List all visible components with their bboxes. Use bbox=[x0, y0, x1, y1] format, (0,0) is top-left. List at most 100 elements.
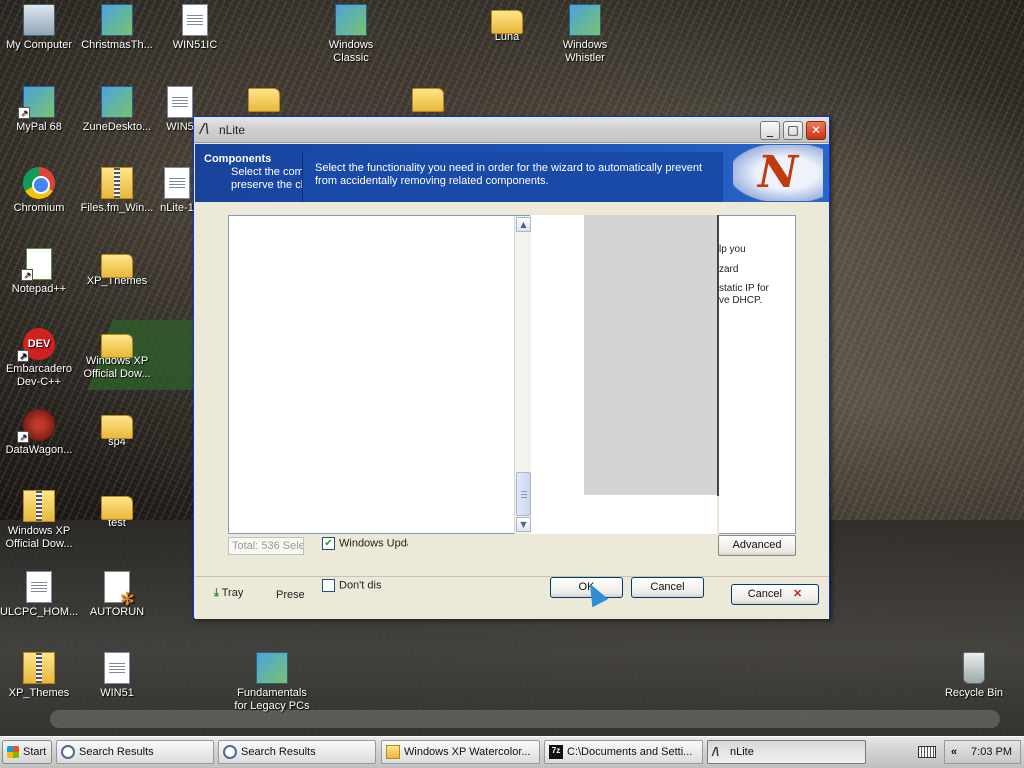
cancel-button[interactable]: Cancel ✕ bbox=[731, 584, 819, 605]
popup-cancel-button[interactable]: Cancel bbox=[631, 577, 704, 598]
taskbar-item-xp-watercolor[interactable]: Windows XP Watercolor... bbox=[381, 740, 540, 764]
desktop-icon-label: Chromium bbox=[13, 202, 65, 214]
theme-file-icon bbox=[256, 652, 288, 684]
desktop-icon-sp4[interactable]: sp4 bbox=[78, 409, 156, 449]
tray-button[interactable]: ⤓ Tray bbox=[214, 587, 274, 600]
recycle-bin-icon bbox=[963, 652, 985, 684]
windows-update-label: Windows Upda bbox=[339, 537, 408, 550]
desktop-icon-win51[interactable]: WIN51 bbox=[78, 652, 156, 700]
desktop-icon-label: MyPal 68 bbox=[16, 121, 62, 133]
show-hidden-icons-chevron-icon[interactable]: « bbox=[951, 741, 957, 763]
desktop-icon-notepadpp[interactable]: Notepad++ bbox=[0, 248, 78, 296]
help-tooltip-line: Select the functionality you need in ord… bbox=[315, 162, 703, 174]
taskbar: Start Search Results Search Results Wind… bbox=[0, 736, 1024, 768]
search-icon bbox=[61, 745, 75, 759]
desktop-icon-ulcpc[interactable]: ULCPC_HOM... bbox=[0, 571, 78, 619]
desktop-icon-label: Fundamentals for Legacy PCs bbox=[234, 687, 310, 712]
theme-file-icon bbox=[335, 4, 367, 36]
folder-icon bbox=[101, 334, 133, 358]
dont-display-checkbox[interactable] bbox=[322, 579, 335, 592]
document-icon bbox=[104, 652, 130, 684]
taskbar-item-label: Windows XP Watercolor... bbox=[404, 746, 531, 758]
components-list[interactable] bbox=[228, 215, 530, 534]
desktop-icon-test[interactable]: test bbox=[78, 490, 156, 530]
scroll-up-arrow-icon[interactable]: ▲ bbox=[516, 217, 531, 232]
my-computer-icon bbox=[23, 4, 55, 36]
desktop-icon-xp-themes[interactable]: XP_Themes bbox=[78, 248, 156, 288]
zip-icon bbox=[101, 167, 133, 199]
datawagon-icon bbox=[17, 409, 55, 443]
theme-file-icon bbox=[101, 4, 133, 36]
components-scrollbar[interactable]: ▲ ▼ bbox=[514, 216, 531, 534]
wallpaper-scrollbar-graphic bbox=[50, 710, 1000, 728]
nlite-brand-logo: N bbox=[733, 145, 823, 201]
taskbar-item-nlite[interactable]: /\ nLite bbox=[707, 740, 866, 764]
zip-icon bbox=[23, 490, 55, 522]
folder-icon bbox=[491, 10, 523, 34]
document-icon bbox=[167, 86, 193, 118]
desktop-icon-xp-official-2[interactable]: Windows XP Official Dow... bbox=[0, 490, 78, 551]
total-selected-field: Total: 536 Sele bbox=[228, 537, 304, 555]
maximize-button[interactable]: □ bbox=[783, 121, 803, 140]
desktop-icon-label: XP_Themes bbox=[8, 687, 70, 699]
folder-icon bbox=[101, 496, 133, 520]
desktop-icon-xp-official-1[interactable]: Windows XP Official Dow... bbox=[78, 328, 156, 381]
desktop-icon-mypal[interactable]: MyPal 68 bbox=[0, 86, 78, 134]
scroll-down-arrow-icon[interactable]: ▼ bbox=[516, 517, 531, 532]
desktop-icon-label: Embarcadero Dev-C++ bbox=[5, 363, 73, 388]
start-label: Start bbox=[23, 746, 47, 758]
desktop-icon-windows-whistler[interactable]: Windows Whistler bbox=[546, 4, 624, 65]
desktop-icon-datawagon[interactable]: DataWagon... bbox=[0, 409, 78, 457]
keyboard-icon[interactable] bbox=[918, 746, 936, 758]
folder-icon bbox=[248, 88, 280, 112]
desktop-icon-zune[interactable]: ZuneDeskto... bbox=[78, 86, 156, 134]
desktop-icon-folder-a[interactable] bbox=[234, 82, 294, 112]
popup-dialog-area bbox=[531, 215, 584, 534]
page-title: Components bbox=[204, 153, 272, 165]
desktop-icon-label: ULCPC_HOM... bbox=[0, 606, 79, 618]
folder-icon bbox=[101, 254, 133, 278]
clock[interactable]: 7:03 PM bbox=[971, 746, 1012, 758]
desktop-icon-recycle-bin[interactable]: Recycle Bin bbox=[935, 652, 1013, 700]
popup-dialog-lower bbox=[584, 495, 717, 534]
window-titlebar[interactable]: /\ nLite _ □ ✕ bbox=[194, 117, 829, 143]
desktop-icon-autorun[interactable]: AUTORUN bbox=[78, 571, 156, 619]
description-line: zard bbox=[719, 264, 739, 275]
start-button[interactable]: Start bbox=[2, 740, 52, 764]
mypal-icon bbox=[18, 86, 55, 119]
presets-button[interactable]: Prese bbox=[276, 589, 304, 601]
desktop-icon-luna[interactable]: Luna bbox=[468, 4, 546, 44]
desktop-icon-label: Files.fm_Win... bbox=[80, 202, 154, 214]
close-button[interactable]: ✕ bbox=[806, 121, 826, 140]
desktop-icon-win51ic[interactable]: WIN51IC bbox=[156, 4, 234, 52]
desktop-icon-windows-classic[interactable]: Windows Classic bbox=[312, 4, 390, 65]
taskbar-item-search-results-2[interactable]: Search Results bbox=[218, 740, 376, 764]
desktop-icon-xp-themes-zip[interactable]: XP_Themes bbox=[0, 652, 78, 700]
scroll-thumb[interactable] bbox=[516, 472, 531, 516]
taskbar-item-documents[interactable]: 7z C:\Documents and Setti... bbox=[544, 740, 703, 764]
dont-display-checkbox-row[interactable]: Don't disp bbox=[322, 579, 382, 592]
desktop-icon-chromium[interactable]: Chromium bbox=[0, 167, 78, 215]
help-tooltip: Select the functionality you need in ord… bbox=[302, 152, 723, 202]
disc-image-icon bbox=[101, 86, 133, 118]
page-subtitle-line: preserve the ch bbox=[231, 179, 303, 191]
document-icon bbox=[26, 571, 52, 603]
advanced-button[interactable]: Advanced bbox=[718, 535, 796, 556]
desktop-icon-devcpp[interactable]: DEV Embarcadero Dev-C++ bbox=[0, 328, 78, 389]
installer-icon bbox=[164, 167, 190, 199]
page-subtitle-line: Select the comp bbox=[231, 166, 303, 178]
windows-update-checkbox-row[interactable]: ✔ Windows Upda bbox=[322, 537, 408, 550]
desktop-icon-filesfm[interactable]: Files.fm_Win... bbox=[78, 167, 156, 215]
taskbar-item-search-results-1[interactable]: Search Results bbox=[56, 740, 214, 764]
desktop-icon-christmas[interactable]: ChristmasTh... bbox=[78, 4, 156, 52]
desktop-icon-folder-b[interactable] bbox=[398, 82, 458, 112]
tray-label: Tray bbox=[221, 587, 244, 599]
desktop-icon-fundamentals[interactable]: Fundamentals for Legacy PCs bbox=[230, 652, 314, 713]
notepad-plus-plus-icon bbox=[21, 248, 52, 281]
desktop-icon-my-computer[interactable]: My Computer bbox=[0, 4, 78, 52]
minimize-button[interactable]: _ bbox=[760, 121, 780, 140]
windows-update-checkbox[interactable]: ✔ bbox=[322, 537, 335, 550]
windows-logo-icon bbox=[7, 746, 19, 758]
folder-icon bbox=[386, 745, 400, 759]
desktop-icon-label: Windows Whistler bbox=[562, 39, 608, 64]
